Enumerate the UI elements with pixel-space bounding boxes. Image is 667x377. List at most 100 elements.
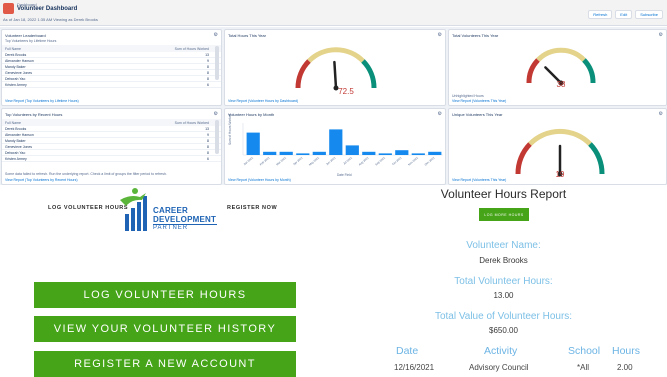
row-value: 9 [207, 132, 209, 137]
row-value: 13 [205, 126, 209, 131]
x-tick-label: Apr 2021 [292, 155, 304, 166]
dashboard-grid: Volunteer Leaderboard Top Volunteers by … [0, 27, 667, 185]
gauge-value: 72.5 [338, 87, 354, 96]
log-volunteer-hours-button[interactable]: LOG VOLUNTEER HOURS [34, 282, 296, 308]
refresh-note: Some data failed to refresh. Run the und… [5, 172, 167, 176]
cell-activity: Advisory Council [469, 363, 529, 372]
row-value: 8 [207, 150, 209, 155]
row-name[interactable]: Kristen Armey [5, 157, 27, 161]
row-value: 13 [205, 52, 209, 57]
row-value: 8 [207, 144, 209, 149]
row-value: 8 [207, 138, 209, 143]
leaderboard-report-link[interactable]: View Report (Top Volunteers by Lifetime … [5, 99, 79, 103]
bar[interactable] [279, 151, 293, 155]
refresh-button[interactable]: Refresh [588, 10, 613, 19]
bar[interactable] [378, 153, 392, 155]
view-volunteer-history-button[interactable]: VIEW YOUR VOLUNTEER HISTORY [34, 316, 296, 342]
panel-menu-icon[interactable]: ⚙ [214, 111, 218, 117]
logo-text-partner: PARTNER [153, 225, 189, 231]
gauge-red-band [526, 58, 540, 84]
logo-text-development: DEVELOPMENT [153, 215, 217, 224]
row-value: 6 [207, 156, 209, 161]
bar[interactable] [362, 151, 376, 155]
logo-bar [125, 214, 129, 231]
gauge-yellow-band [536, 47, 586, 62]
gauge-report-link[interactable]: View Report (Volunteer Hours by Dashboar… [228, 99, 298, 103]
row-value: 8 [207, 76, 209, 81]
dashboard-subtitle: As of Jan 18, 2022 1:35 AM Viewing as De… [3, 17, 98, 22]
bar[interactable] [312, 151, 326, 155]
gauge-note: Unhighlighted Hours [452, 94, 484, 98]
table-row: Kristen Armey 6 [2, 156, 221, 162]
nav-register-link[interactable]: REGISTER NOW [227, 205, 277, 211]
bar[interactable] [296, 153, 310, 155]
column-header-hours[interactable]: Sum of Hours Worked [175, 47, 209, 51]
bar[interactable] [329, 129, 343, 155]
logo-figure-body [120, 193, 146, 206]
monthly-hours-chart: Sum of Hours Worked Date Field Jan 2021 F… [228, 113, 443, 177]
gauge-needle [333, 60, 338, 90]
row-name[interactable]: Deborah Yao [5, 77, 25, 81]
leaderboard-table: Full Name Sum of Hours Worked Derek Broo… [2, 45, 221, 88]
bar[interactable] [428, 151, 442, 155]
bar[interactable] [395, 150, 409, 155]
x-tick-label: Feb 2021 [259, 155, 271, 166]
x-tick-label: Mar 2021 [275, 155, 287, 166]
row-name[interactable]: Mandy Baker [5, 65, 26, 69]
x-axis-label: Date Field [337, 173, 352, 177]
cell-date: 12/16/2021 [394, 363, 435, 372]
screenshot-root: Dashboard Volunteer Dashboard As of Jan … [0, 0, 667, 377]
leaderboard-panel: Volunteer Leaderboard Top Volunteers by … [1, 29, 222, 106]
gauge-red-band [515, 142, 532, 175]
column-header-school: School [568, 345, 601, 357]
bar-series: Jan 2021 Feb 2021 Mar 2021 Apr 2021 May 2021… [243, 129, 442, 167]
total-value-value: $650.00 [489, 326, 518, 335]
gauge-yellow-band [307, 47, 365, 63]
gauge-report-link[interactable]: View Report (Volunteers This Year) [452, 178, 506, 182]
row-name[interactable]: Alexander Hanson [5, 59, 34, 63]
row-name[interactable]: Alexander Hanson [5, 133, 34, 137]
row-name[interactable]: Derek Brooks [5, 53, 26, 57]
total-hours-panel: Total Hours This Year ⚙ 72.5 View Report… [224, 29, 446, 106]
row-value: 9 [207, 58, 209, 63]
table-row: Kristen Armey 6 [2, 82, 221, 88]
panel-menu-icon[interactable]: ⚙ [214, 32, 218, 38]
unique-volunteers-panel: Unique Volunteers This Year ⚙ 19 View Re… [448, 108, 667, 185]
edit-button[interactable]: Edit [615, 10, 633, 19]
bar[interactable] [246, 132, 260, 155]
row-name[interactable]: Kristen Armey [5, 83, 27, 87]
log-more-hours-button[interactable]: LOG MORE HOURS [479, 208, 529, 221]
logo-text-career: CAREER [153, 206, 188, 215]
row-name[interactable]: Genevieve Jones [5, 71, 32, 75]
table-scrollbar[interactable] [215, 120, 219, 154]
gauge-report-link[interactable]: View Report (Volunteers This Year) [452, 99, 506, 103]
row-name[interactable]: Mandy Baker [5, 139, 26, 143]
bar-report-link[interactable]: View Report (Volunteer Hours by Month) [228, 178, 291, 182]
bar[interactable] [345, 145, 359, 155]
column-header-hours: Hours [612, 345, 641, 357]
row-name[interactable]: Genevieve Jones [5, 145, 32, 149]
dashboard-actions: Refresh Edit Subscribe [588, 10, 663, 19]
subscribe-button[interactable]: Subscribe [635, 10, 663, 19]
table-header: Full Name Sum of Hours Worked [2, 119, 221, 126]
recent-report-link[interactable]: View Report (Top Volunteers by Recent Ho… [5, 178, 78, 182]
volunteer-name-value: Derek Brooks [479, 256, 528, 265]
gauge-yellow-band [528, 128, 592, 146]
dashboard-header: Dashboard Volunteer Dashboard As of Jan … [0, 0, 667, 26]
table-scrollbar[interactable] [215, 46, 219, 80]
x-tick-label: Oct 2021 [391, 155, 403, 166]
bar[interactable] [411, 153, 425, 155]
table-header: Full Name Sum of Hours Worked [2, 45, 221, 52]
column-header-hours[interactable]: Sum of Hours Worked [175, 121, 209, 125]
x-tick-label: Dec 2021 [424, 155, 436, 166]
column-header-name[interactable]: Full Name [5, 47, 21, 51]
row-name[interactable]: Derek Brooks [5, 127, 26, 131]
bar[interactable] [263, 151, 277, 155]
gauge-teal-band [582, 58, 596, 84]
x-tick-label: Jan 2021 [243, 155, 255, 166]
cell-school: *All [577, 363, 590, 372]
row-name[interactable]: Deborah Yao [5, 151, 25, 155]
register-account-button[interactable]: REGISTER A NEW ACCOUNT [34, 351, 296, 377]
column-header-name[interactable]: Full Name [5, 121, 21, 125]
column-header-activity: Activity [484, 345, 518, 357]
